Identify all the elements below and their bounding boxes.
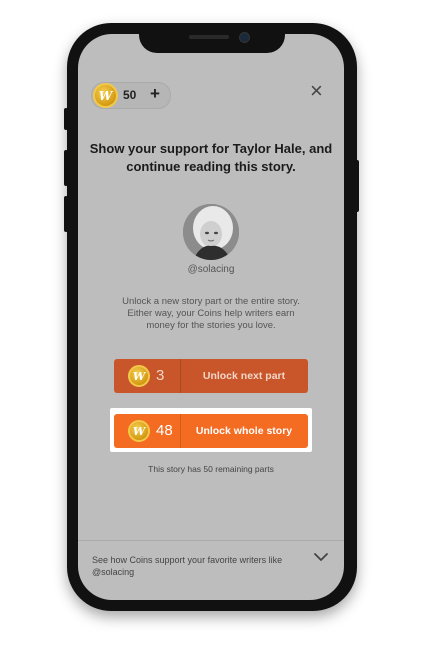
footer-divider [78, 540, 344, 541]
coin-balance: 50 [123, 88, 137, 102]
avatar-photo [183, 204, 239, 260]
phone-side-button [64, 150, 68, 186]
unlock-next-label: Unlock next part [202, 370, 286, 382]
unlock-description: Unlock a new story part or the entire st… [122, 296, 300, 331]
speaker-grille [189, 35, 229, 39]
author-avatar [183, 204, 239, 260]
close-button[interactable]: × [310, 80, 323, 102]
unlock-whole-label: Unlock whole story [195, 425, 293, 437]
front-camera [239, 32, 250, 43]
add-coins-button[interactable]: + [150, 84, 160, 104]
unlock-whole-cost: 48 [156, 422, 173, 439]
coin-icon: W [93, 83, 118, 108]
phone-notch [139, 23, 285, 53]
phone-side-button [64, 108, 68, 130]
author-handle: @solacing [187, 264, 235, 275]
app-screen: W 50 + × Show your support for Taylor Ha… [78, 34, 344, 600]
support-headline: Show your support for Taylor Hale, and c… [89, 141, 333, 174]
chevron-down-icon[interactable] [313, 549, 329, 565]
remaining-parts-text: This story has 50 remaining parts [148, 464, 274, 474]
coins-support-info: See how Coins support your favorite writ… [92, 555, 283, 577]
unlock-next-cost: 3 [156, 367, 165, 384]
unlock-whole-story-button[interactable]: W 48 Unlock whole story [114, 414, 308, 448]
coin-balance-pill[interactable]: W 50 + [91, 82, 171, 109]
coin-icon: W [128, 365, 150, 387]
phone-side-button [355, 160, 359, 212]
phone-side-button [64, 196, 68, 232]
coin-icon: W [128, 420, 150, 442]
unlock-next-part-button[interactable]: W 3 Unlock next part [114, 359, 308, 393]
